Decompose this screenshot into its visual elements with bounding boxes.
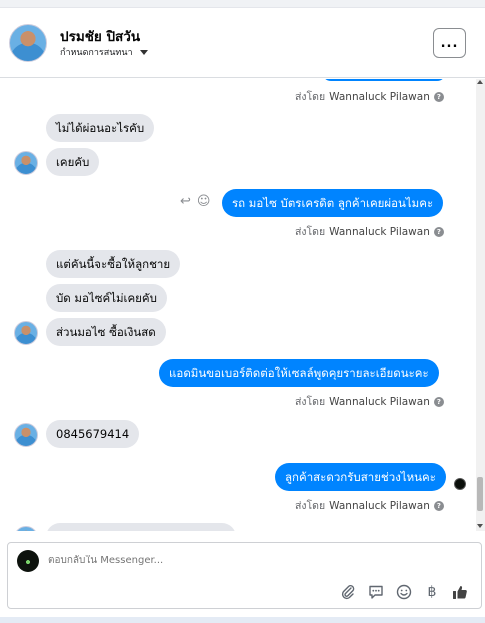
- sent-by-row: ส่งโดย Wannaluck Pilawan ?: [295, 393, 444, 410]
- incoming-message[interactable]: บัด มอไซค์ไม่เคยคับ: [46, 284, 167, 312]
- message-actions: ↩ ☺: [180, 194, 210, 209]
- incoming-message[interactable]: แต่คันนี้จะซื้อให้ลูกชาย: [46, 250, 181, 278]
- sent-by-prefix: ส่งโดย: [295, 226, 326, 238]
- page-avatar: [17, 550, 39, 572]
- incoming-message[interactable]: ส่วนมอไซ ซื้อเงินสด: [46, 318, 166, 346]
- help-icon[interactable]: ?: [433, 396, 444, 407]
- payment-baht-icon[interactable]: ฿: [423, 583, 441, 601]
- top-strip: [0, 0, 485, 8]
- incoming-message[interactable]: 0845679414: [46, 420, 140, 448]
- help-icon[interactable]: ?: [433, 226, 444, 237]
- attach-icon[interactable]: [339, 583, 357, 601]
- contact-avatar[interactable]: [9, 24, 47, 62]
- sender-name: Wannaluck Pilawan: [329, 499, 430, 512]
- composer-tools: ฿: [339, 583, 469, 601]
- help-icon[interactable]: ?: [433, 91, 444, 102]
- emoji-icon[interactable]: [395, 583, 413, 601]
- saved-reply-icon[interactable]: [367, 583, 385, 601]
- sender-name: Wannaluck Pilawan: [329, 225, 430, 238]
- sent-by-prefix: ส่งโดย: [295, 91, 326, 103]
- partial-incoming-bubble[interactable]: [46, 523, 236, 531]
- conversation-label[interactable]: กำหนดการสนทนา: [60, 45, 148, 59]
- reply-icon[interactable]: ↩: [180, 194, 191, 209]
- bottom-strip: [0, 617, 485, 623]
- sent-by-prefix: ส่งโดย: [295, 396, 326, 408]
- sent-by-row: ส่งโดย Wannaluck Pilawan ?: [295, 223, 444, 240]
- more-options-button[interactable]: ...: [433, 28, 466, 58]
- sent-by-row: ส่งโดย Wannaluck Pilawan ?: [295, 497, 444, 514]
- seen-indicator-avatar: [454, 478, 466, 490]
- contact-name[interactable]: ปรมชัย ปิสวัน: [60, 25, 140, 47]
- sent-by-prefix: ส่งโดย: [295, 500, 326, 512]
- scroll-thumb[interactable]: [477, 477, 483, 511]
- help-icon[interactable]: ?: [433, 500, 444, 511]
- incoming-message[interactable]: เคยคับ: [46, 148, 100, 176]
- conversation-label-text: กำหนดการสนทนา: [60, 48, 133, 58]
- contact-avatar-small: [14, 321, 38, 345]
- reply-box[interactable]: ฿: [7, 542, 482, 609]
- outgoing-message[interactable]: รถ มอไซ บัตรเครดิต ลูกค้าเคยผ่อนไมคะ: [222, 189, 444, 217]
- contact-avatar-small: [14, 151, 38, 175]
- partial-outgoing-bubble[interactable]: [322, 79, 446, 81]
- reply-input[interactable]: [48, 555, 348, 566]
- message-thread[interactable]: ส่งโดย Wannaluck Pilawan ? ไม่ได้ผ่อนอะไ…: [0, 79, 476, 531]
- react-emoji-icon[interactable]: ☺: [197, 194, 211, 209]
- scroll-down-arrow[interactable]: [477, 524, 483, 528]
- sender-name: Wannaluck Pilawan: [329, 90, 430, 103]
- like-icon[interactable]: [451, 583, 469, 601]
- outgoing-message[interactable]: ลูกค้าสะดวกรับสายช่วงไหนคะ: [275, 463, 446, 491]
- outgoing-message[interactable]: แอดมินขอเบอร์ติดต่อให้เซลล์พูดคุยรายละเอ…: [159, 359, 439, 387]
- conversation-header: ปรมชัย ปิสวัน กำหนดการสนทนา ...: [0, 8, 485, 78]
- incoming-message[interactable]: ไม่ได้ผ่อนอะไรคับ: [46, 114, 155, 142]
- scroll-up-arrow[interactable]: [477, 80, 483, 84]
- sender-name: Wannaluck Pilawan: [329, 395, 430, 408]
- thread-scrollbar[interactable]: [476, 79, 485, 531]
- reply-composer: ฿: [0, 531, 485, 616]
- chevron-down-icon[interactable]: [139, 49, 148, 55]
- messenger-window: ปรมชัย ปิสวัน กำหนดการสนทนา ... ส่งโดย W…: [0, 0, 485, 623]
- sent-by-row: ส่งโดย Wannaluck Pilawan ?: [295, 88, 444, 105]
- contact-avatar-small: [14, 423, 38, 447]
